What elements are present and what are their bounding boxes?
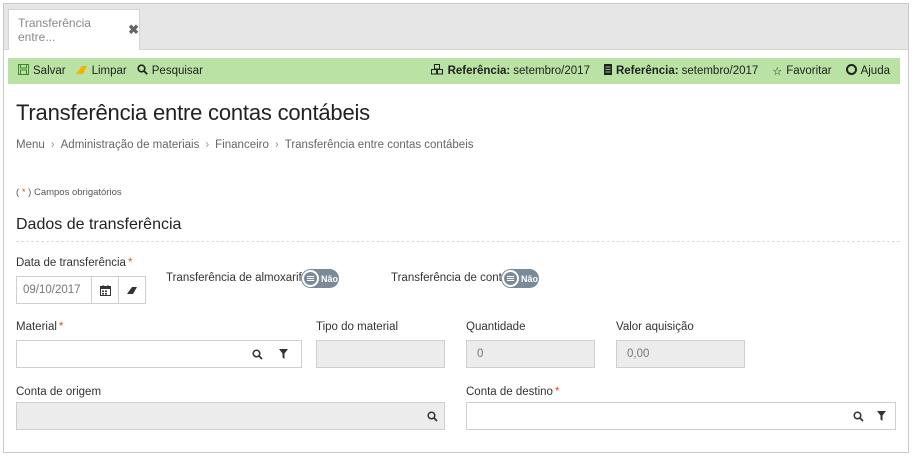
search-icon [251,348,263,360]
reference-1-label: Referência: [447,65,511,77]
calendar-icon [99,284,111,296]
material-search-button[interactable] [246,340,268,368]
breadcrumb-item[interactable]: Menu [16,139,45,151]
reference-2[interactable]: Referência: setembro/2017 [603,64,759,78]
conta-origem-search-button[interactable] [421,402,443,430]
reference-2-value: setembro/2017 [681,65,759,77]
eraser-icon [75,65,88,78]
search-button[interactable]: Pesquisar [137,64,203,78]
quantidade-label: Quantidade [466,321,526,333]
filter-icon [876,411,886,421]
valor-label: Valor aquisição [616,321,694,333]
toggle-state: Não [521,273,539,284]
cubes-icon [430,64,444,78]
date-input[interactable]: 09/10/2017 [16,276,92,304]
transfer-almox-label: Transferência de almoxarifado [166,272,321,284]
toolbar-right: Referência: setembro/2017 Referência: se… [417,64,900,78]
tipo-material-label: Tipo do material [316,321,399,333]
material-label-text: Material [16,321,57,333]
reference-2-label: Referência: [615,65,679,77]
quantidade-input: 0 [466,340,595,368]
calendar-button[interactable] [91,276,119,304]
search-icon [852,410,864,422]
breadcrumb-item: Transferência entre contas contábeis [284,139,474,151]
lifebuoy-icon [845,64,857,78]
toggle-knob [302,270,319,287]
section-divider [16,241,900,242]
favorite-label: Favoritar [786,65,832,77]
tipo-material-input [316,340,445,368]
conta-origem-label: Conta de origem [16,386,102,398]
breadcrumb-item[interactable]: Financeiro [215,139,269,151]
page-title: Transferência entre contas contábeis [16,100,370,125]
tab-bar: Transferência entre... ✖ [4,4,908,50]
toggle-knob [502,270,519,287]
conta-destino-search-button[interactable] [847,402,869,430]
required-fields-note: ( * ) Campos obrigatórios [16,187,122,198]
valor-input: 0,00 [616,340,745,368]
conta-origem-input [16,402,445,430]
search-label: Pesquisar [151,65,203,77]
filter-icon [278,349,288,359]
required-mark: * [58,321,64,333]
required-mark: * [554,386,560,398]
toggle-state: Não [321,273,339,284]
reference-1[interactable]: Referência: setembro/2017 [430,64,590,78]
transfer-almox-toggle[interactable]: Não [301,269,339,288]
conta-destino-label-text: Conta de destino [466,386,553,398]
breadcrumb-item[interactable]: Administração de materiais [61,139,200,151]
clear-button[interactable]: Limpar [75,65,127,78]
conta-destino-input[interactable] [466,402,896,430]
save-label: Salvar [33,65,66,77]
help-button[interactable]: Ajuda [845,64,890,78]
search-icon [426,410,438,422]
required-mark: * [127,257,133,269]
valor-value: 0,00 [627,348,650,360]
section-title: Dados de transferência [16,216,182,233]
transfer-contas-label: Transferência de contas [391,272,514,284]
tab-label: Transferência entre... [18,16,91,44]
eraser-icon [126,286,137,294]
favorite-button[interactable]: ☆ Favoritar [772,65,831,78]
floppy-icon [18,64,29,78]
close-icon[interactable]: ✖ [128,22,139,38]
toolbar: Salvar Limpar Pesquisar Referência: sete… [8,58,900,84]
breadcrumb-separator: › [205,139,210,151]
clear-label: Limpar [91,65,127,77]
required-note-text: ) Campos obrigatórios [25,187,122,198]
transfer-contas-toggle[interactable]: Não [501,269,539,288]
tab-transferencia[interactable]: Transferência entre... ✖ [8,9,140,50]
search-icon [137,64,148,78]
breadcrumb-separator: › [274,139,279,151]
date-value: 09/10/2017 [23,284,81,296]
help-label: Ajuda [860,65,890,77]
clear-date-button[interactable] [118,276,146,304]
breadcrumb: Menu › Administração de materiais › Fina… [16,139,474,151]
date-label: Data de transferência * [16,257,132,269]
save-button[interactable]: Salvar [18,64,66,78]
material-filter-button[interactable] [272,340,294,368]
conta-destino-filter-button[interactable] [870,402,892,430]
date-label-text: Data de transferência [16,257,126,269]
app-frame: Transferência entre... ✖ Salvar Limpar P… [3,3,909,453]
star-icon: ☆ [772,65,783,78]
conta-destino-label: Conta de destino * [466,386,559,398]
breadcrumb-separator: › [50,139,55,151]
quantidade-value: 0 [477,348,484,360]
ledger-icon [603,64,612,78]
reference-1-value: setembro/2017 [513,65,590,77]
material-label: Material * [16,321,63,333]
